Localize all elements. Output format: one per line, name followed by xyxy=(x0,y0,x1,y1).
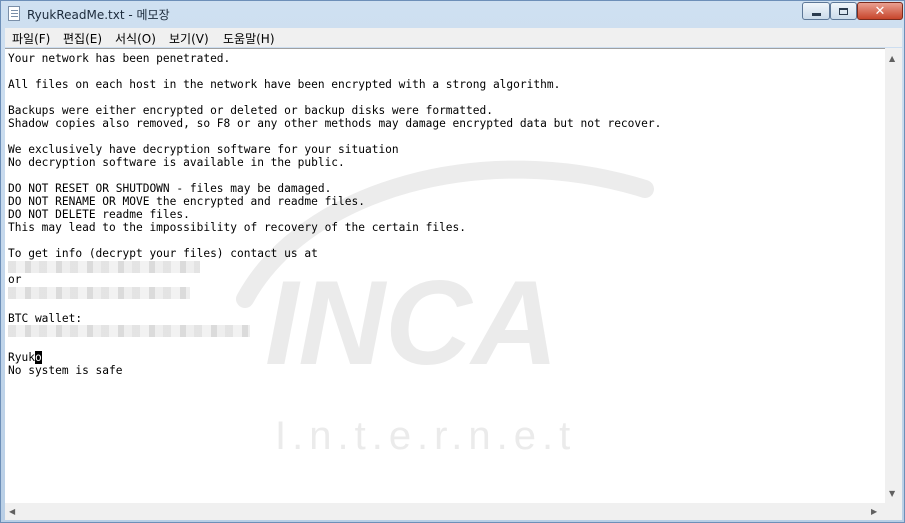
text-line: All files on each host in the network ha… xyxy=(8,78,561,91)
text-line: DO NOT RENAME OR MOVE the encrypted and … xyxy=(8,195,365,208)
text-line: Backups were either encrypted or deleted… xyxy=(8,104,493,117)
signature-text: Ryuk xyxy=(8,351,35,364)
maximize-icon xyxy=(839,7,848,15)
text-cursor: o xyxy=(34,351,42,364)
notepad-icon[interactable] xyxy=(8,6,20,21)
watermark-subtext: I.n.t.e.r.n.e.t xyxy=(275,414,576,458)
redacted-email-2 xyxy=(8,287,190,299)
text-line: This may lead to the impossibility of re… xyxy=(8,221,467,234)
title-bar[interactable]: RyukReadMe.txt - 메모장 ✕ xyxy=(1,1,905,28)
scroll-left-icon[interactable]: ◀ xyxy=(9,507,15,516)
redacted-email-1 xyxy=(8,261,200,273)
text-line: We exclusively have decryption software … xyxy=(8,143,399,156)
menu-bar: 파일(F) 편집(E) 서식(O) 보기(V) 도움말(H) xyxy=(5,28,902,47)
minimize-button[interactable] xyxy=(802,2,830,20)
scroll-right-icon[interactable]: ▶ xyxy=(871,507,877,516)
minimize-icon xyxy=(811,12,821,16)
menu-help[interactable]: 도움말(H) xyxy=(221,29,277,48)
close-button[interactable]: ✕ xyxy=(857,2,903,20)
text-line: BTC wallet: xyxy=(8,312,83,325)
menu-edit[interactable]: 편집(E) xyxy=(61,29,104,48)
maximize-button[interactable] xyxy=(830,2,857,20)
menu-file[interactable]: 파일(F) xyxy=(10,29,52,48)
horizontal-scrollbar[interactable]: ◀ ▶ xyxy=(5,503,885,520)
text-line: or xyxy=(8,273,22,286)
watermark-logo: INCA xyxy=(265,256,558,390)
close-icon: ✕ xyxy=(874,3,886,19)
text-editor[interactable]: INCA I.n.t.e.r.n.e.t Your network has be… xyxy=(5,48,885,504)
scroll-down-icon[interactable]: ▼ xyxy=(889,489,895,498)
vertical-scrollbar[interactable]: ▲ ▼ xyxy=(885,48,902,503)
notepad-window: RyukReadMe.txt - 메모장 ✕ 파일(F) 편집(E) 서식(O)… xyxy=(0,0,905,523)
menu-format[interactable]: 서식(O) xyxy=(113,29,158,48)
text-line: DO NOT DELETE readme files. xyxy=(8,208,190,221)
text-line: Ryuko xyxy=(8,351,42,364)
scroll-up-icon[interactable]: ▲ xyxy=(889,54,895,63)
redacted-btc-wallet xyxy=(8,325,250,337)
window-title: RyukReadMe.txt - 메모장 xyxy=(27,8,170,22)
text-line: No decryption software is available in t… xyxy=(8,156,345,169)
text-line: Your network has been penetrated. xyxy=(8,52,231,65)
text-line: Shadow copies also removed, so F8 or any… xyxy=(8,117,662,130)
text-line: To get info (decrypt your files) contact… xyxy=(8,247,318,260)
scrollbar-corner xyxy=(885,503,902,520)
text-line: DO NOT RESET OR SHUTDOWN - files may be … xyxy=(8,182,332,195)
text-line: No system is safe xyxy=(8,364,123,377)
menu-view[interactable]: 보기(V) xyxy=(167,29,211,48)
